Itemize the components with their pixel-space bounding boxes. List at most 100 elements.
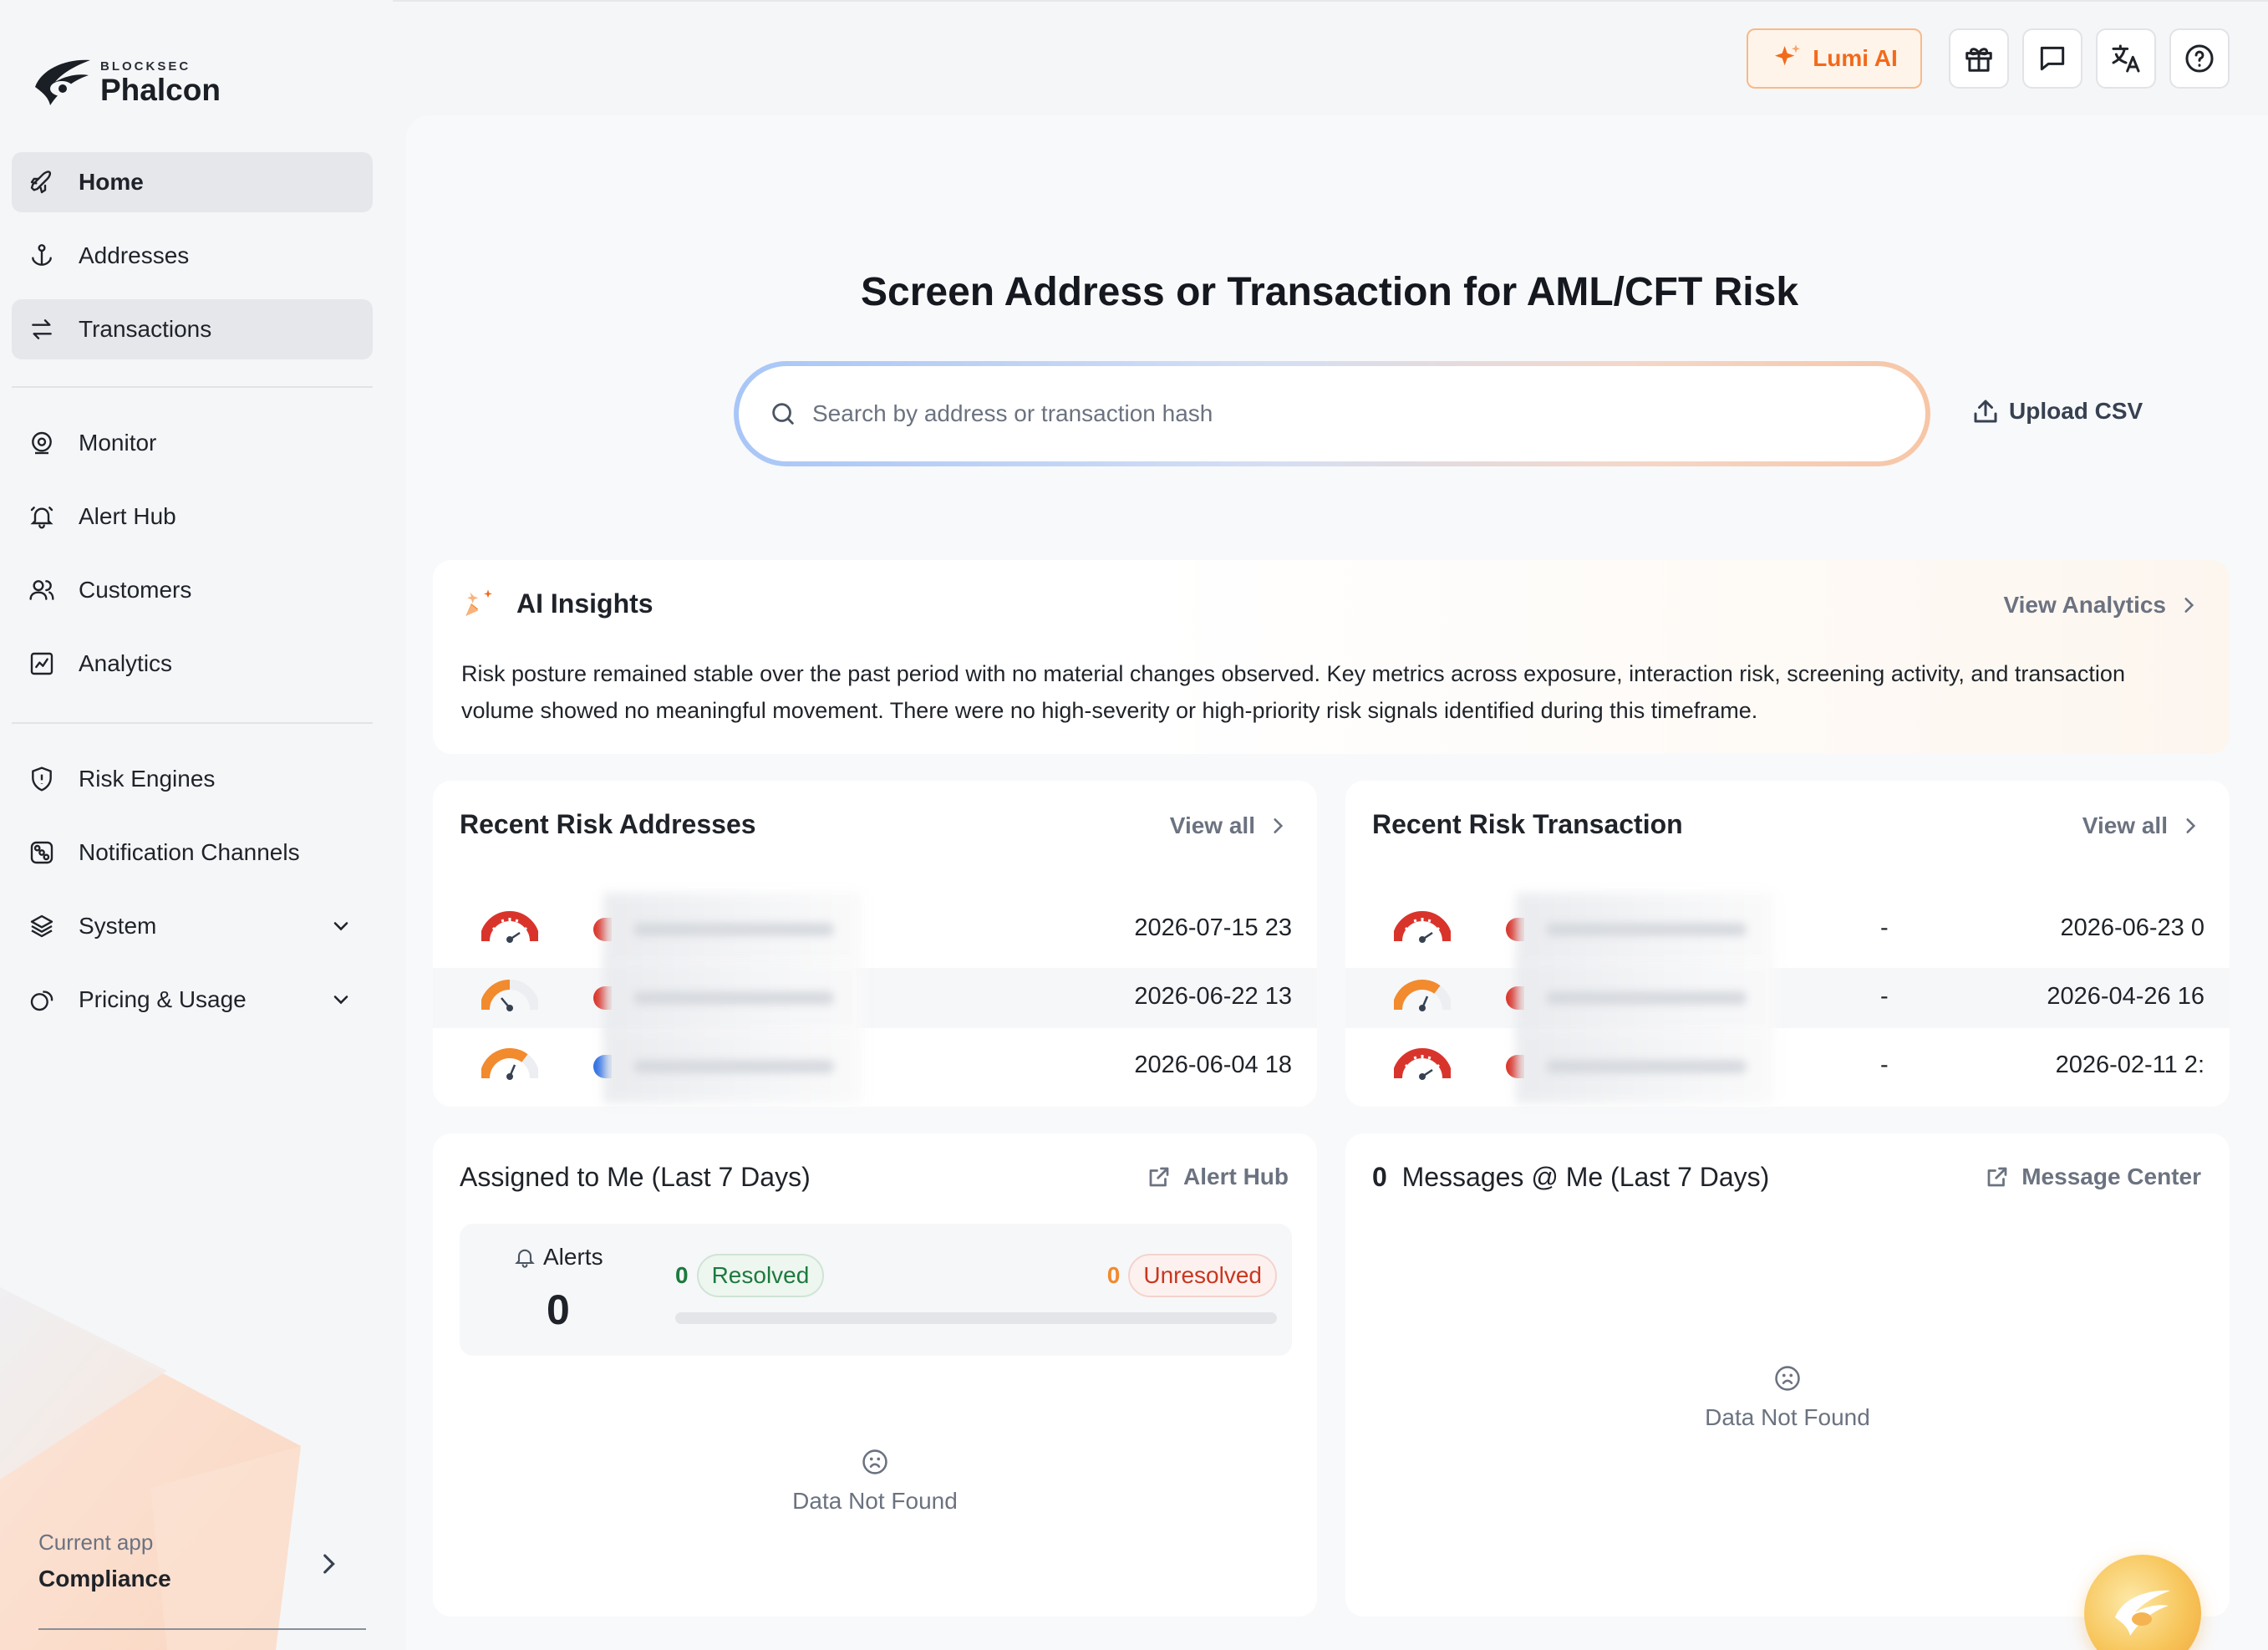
risk-gauge-high-icon [481, 911, 538, 943]
upload-csv-button[interactable]: Upload CSV [1971, 396, 2143, 426]
sidebar-item-transactions[interactable]: Transactions [12, 299, 373, 359]
sidebar-item-system[interactable]: System [12, 896, 373, 956]
search-bar[interactable] [734, 361, 1930, 466]
external-link-icon [1149, 1167, 1169, 1187]
row-value: - [1880, 914, 1889, 941]
redacted-hash-text [1546, 991, 1747, 1005]
risk-gauge-medium-high-icon [1394, 980, 1451, 1011]
messages-title-row: 0 Messages @ Me (Last 7 Days) [1372, 1162, 1769, 1193]
sidebar-item-label: Home [79, 169, 144, 195]
row-date: 2026-04-26 16 [2047, 983, 2204, 1010]
recent-transactions-title: Recent Risk Transaction [1372, 809, 1683, 839]
sidebar-item-analytics[interactable]: Analytics [12, 634, 373, 694]
message-icon [2040, 46, 2065, 71]
addresses-view-all-link[interactable]: View all [1170, 812, 1289, 839]
chevron-right-icon[interactable] [314, 1550, 343, 1578]
sidebar-item-label: Monitor [79, 430, 157, 456]
message-button[interactable] [2022, 28, 2082, 89]
gift-icon [1965, 48, 1992, 72]
ai-sparkle-icon [465, 589, 492, 616]
sidebar-bottom-divider [38, 1628, 366, 1630]
chevron-right-icon [2186, 818, 2196, 833]
translate-icon [2112, 44, 2140, 73]
users-icon [27, 575, 57, 605]
lumi-ai-label: Lumi AI [1813, 45, 1898, 71]
risk-gauge-high-icon [1394, 1048, 1451, 1080]
sidebar-item-label: Pricing & Usage [79, 986, 247, 1012]
sidebar-item-customers[interactable]: Customers [12, 560, 373, 620]
sad-face-icon [1775, 1366, 1800, 1391]
message-center-label: Message Center [2021, 1164, 2201, 1189]
empty-state-text: Data Not Found [792, 1488, 958, 1514]
unresolved-badge: Unresolved [1128, 1254, 1277, 1297]
current-app-switcher[interactable]: Current app Compliance [38, 1530, 171, 1592]
sidebar-item-label: Customers [79, 577, 192, 603]
resolved-badge: Resolved [696, 1254, 825, 1297]
upload-csv-label: Upload CSV [2009, 398, 2143, 424]
bell-icon [515, 1249, 535, 1268]
sidebar-item-monitor[interactable]: Monitor [12, 413, 373, 473]
unresolved-stat[interactable]: 0 Unresolved [1107, 1254, 1277, 1297]
language-button[interactable] [2096, 28, 2156, 89]
sidebar-item-alert-hub[interactable]: Alert Hub [12, 486, 373, 547]
sidebar-divider [12, 386, 373, 388]
view-analytics-link[interactable]: View Analytics [2003, 592, 2199, 619]
sidebar-item-home[interactable]: Home [12, 152, 373, 212]
table-row[interactable]: - 2026-06-23 0 [1345, 893, 2230, 966]
ai-insights-title: AI Insights [516, 588, 653, 619]
messages-title: Messages @ Me (Last 7 Days) [1401, 1162, 1770, 1192]
table-row[interactable]: - 2026-02-11 2: [1345, 1030, 2230, 1103]
brand-name: Phalcon [100, 73, 221, 107]
lumi-ai-button[interactable]: Lumi AI [1747, 28, 1922, 89]
sidebar-item-risk-engines[interactable]: Risk Engines [12, 749, 373, 809]
table-row[interactable]: 2026-07-15 23 [433, 893, 1317, 966]
anchor-icon [27, 241, 57, 271]
upload-icon [1974, 400, 1997, 423]
row-value: - [1880, 1052, 1889, 1078]
shield-icon [27, 764, 57, 794]
layers-icon [27, 911, 57, 941]
empty-state: Data Not Found [433, 1448, 1317, 1515]
row-value: - [1880, 983, 1889, 1010]
current-app-caption: Current app [38, 1530, 154, 1555]
empty-state-text: Data Not Found [1705, 1404, 1870, 1430]
recent-addresses-title: Recent Risk Addresses [460, 809, 756, 839]
current-app-name: Compliance [38, 1566, 171, 1591]
view-all-label: View all [2082, 812, 2168, 838]
alert-hub-link-label: Alert Hub [1183, 1164, 1289, 1189]
sidebar-item-addresses[interactable]: Addresses [12, 226, 373, 286]
view-analytics-label: View Analytics [2003, 592, 2166, 618]
sidebar-item-pricing-usage[interactable]: Pricing & Usage [12, 970, 373, 1030]
messages-card: 0 Messages @ Me (Last 7 Days) Message Ce… [1345, 1133, 2230, 1617]
sidebar-item-label: Risk Engines [79, 766, 216, 792]
brand-logo[interactable]: BLOCKSEC Phalcon [30, 53, 221, 112]
rocket-icon [27, 167, 57, 197]
analytics-icon [27, 649, 57, 679]
assigned-title: Assigned to Me (Last 7 Days) [460, 1162, 811, 1192]
alert-hub-link[interactable]: Alert Hub [1147, 1164, 1289, 1190]
gift-button[interactable] [1949, 28, 2009, 89]
sidebar-divider [12, 722, 373, 724]
search-input[interactable] [812, 400, 1815, 427]
sidebar-item-label: Notification Channels [79, 839, 300, 865]
phalcon-logo-icon [35, 59, 90, 105]
resolved-stat[interactable]: 0 Resolved [675, 1254, 825, 1297]
ai-insights-card: AI Insights View Analytics Risk posture … [433, 560, 2230, 754]
table-row[interactable]: - 2026-04-26 16 [1345, 961, 2230, 1035]
help-button[interactable] [2169, 28, 2230, 89]
redacted-address-text [633, 1060, 834, 1073]
message-center-link[interactable]: Message Center [1985, 1164, 2201, 1190]
row-date: 2026-07-15 23 [1134, 914, 1292, 941]
redacted-address-text [633, 923, 834, 936]
unresolved-count: 0 [1106, 1262, 1121, 1288]
risk-gauge-high-icon [1394, 911, 1451, 943]
sidebar-item-notification-channels[interactable]: Notification Channels [12, 822, 373, 883]
transactions-view-all-link[interactable]: View all [2082, 812, 2201, 839]
risk-gauge-medium-high-icon [481, 1048, 538, 1080]
redacted-hash-text [1546, 1060, 1747, 1073]
table-row[interactable]: 2026-06-22 13 [433, 961, 1317, 1035]
sparkle-icon [1775, 44, 1801, 66]
table-row[interactable]: 2026-06-04 18 [433, 1030, 1317, 1103]
sad-face-icon [862, 1449, 887, 1474]
chevron-right-icon [2184, 598, 2194, 613]
